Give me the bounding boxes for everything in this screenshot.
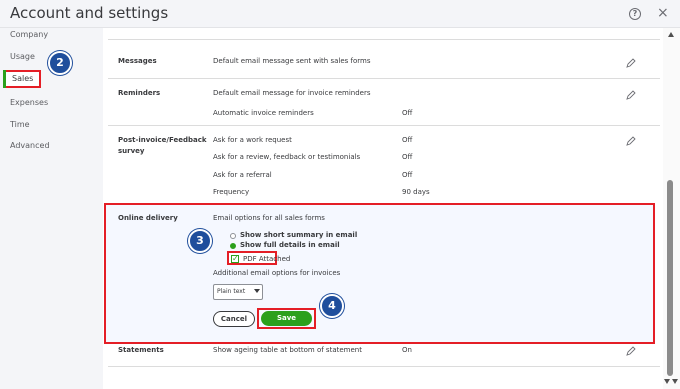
reminders-description: Default email message for invoice remind… (213, 89, 371, 97)
radio-short-summary[interactable] (230, 233, 236, 239)
edit-statements-icon[interactable] (626, 346, 636, 356)
divider (108, 78, 660, 79)
radio-full-details-label: Show full details in email (240, 241, 340, 249)
checkbox-checked-icon[interactable]: ✓ (231, 255, 239, 263)
sidebar-item-company[interactable]: Company (10, 30, 48, 39)
cancel-button[interactable]: Cancel (213, 311, 255, 327)
additional-options-label: Additional email options for invoices (213, 269, 341, 277)
sidebar-item-time[interactable]: Time (10, 120, 30, 129)
divider (108, 125, 660, 126)
email-format-select[interactable]: Plain text (213, 284, 263, 300)
sidebar-item-advanced[interactable]: Advanced (10, 141, 50, 150)
divider (108, 366, 660, 367)
reminder-row-label: Automatic invoice reminders (213, 109, 314, 117)
messages-description: Default email message sent with sales fo… (213, 57, 371, 65)
online-delivery-title: Online delivery (118, 214, 178, 222)
edit-messages-icon[interactable] (626, 58, 636, 68)
radio-full-details[interactable] (230, 243, 236, 249)
messages-title: Messages (118, 57, 157, 65)
close-icon[interactable]: × (657, 5, 669, 21)
pdf-attached-label: PDF Attached (243, 255, 291, 263)
scroll-down-icon[interactable] (672, 379, 678, 384)
sidebar-item-expenses[interactable]: Expenses (10, 98, 48, 107)
scrollbar[interactable] (663, 28, 680, 389)
chevron-down-icon (254, 289, 260, 293)
feedback-row-value: Off (402, 136, 413, 144)
feedback-row-value: Off (402, 153, 413, 161)
feedback-row-value: 90 days (402, 188, 430, 196)
help-icon[interactable]: ? (629, 8, 641, 20)
divider (108, 39, 660, 40)
feedback-title: Post-invoice/Feedback (118, 136, 207, 144)
page-title: Account and settings (10, 4, 169, 22)
radio-short-summary-label: Show short summary in email (240, 231, 358, 239)
statements-description: Show ageing table at bottom of statement (213, 346, 362, 354)
sidebar-item-sales[interactable]: Sales (3, 70, 41, 88)
dialog-header: Account and settings ? × (0, 0, 680, 28)
step-badge-2: 2 (48, 51, 72, 75)
save-button[interactable]: Save (261, 311, 312, 326)
reminders-title: Reminders (118, 89, 161, 97)
reminder-row-value: Off (402, 109, 413, 117)
feedback-row-label: Ask for a referral (213, 171, 272, 179)
online-delivery-panel (104, 203, 655, 344)
email-options-label: Email options for all sales forms (213, 214, 325, 222)
feedback-row-label: Frequency (213, 188, 250, 196)
scroll-down-icon[interactable] (664, 379, 670, 384)
edit-reminders-icon[interactable] (626, 90, 636, 100)
feedback-row-value: Off (402, 171, 413, 179)
step-badge-4: 4 (320, 294, 344, 318)
scroll-thumb[interactable] (667, 180, 673, 376)
save-button-highlight: Save (257, 308, 316, 329)
sidebar-item-usage[interactable]: Usage (10, 52, 35, 61)
feedback-row-label: Ask for a work request (213, 136, 292, 144)
feedback-title-line2: survey (118, 147, 145, 155)
edit-feedback-icon[interactable] (626, 136, 636, 146)
pdf-attached-option[interactable]: ✓ PDF Attached (227, 251, 290, 265)
email-format-value: Plain text (217, 288, 246, 295)
feedback-row-label: Ask for a review, feedback or testimonia… (213, 153, 361, 161)
statements-value: On (402, 346, 412, 354)
statements-title: Statements (118, 346, 164, 354)
step-badge-3: 3 (188, 229, 212, 253)
scroll-up-icon[interactable] (668, 32, 674, 37)
